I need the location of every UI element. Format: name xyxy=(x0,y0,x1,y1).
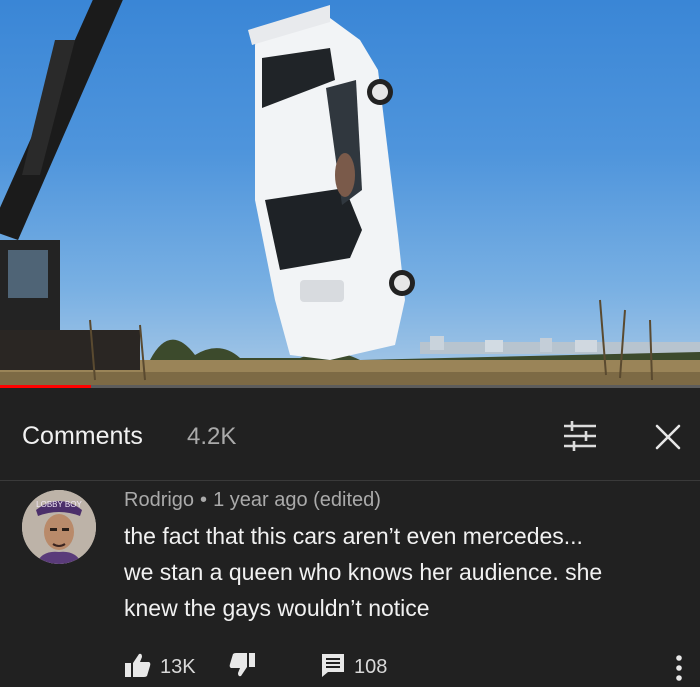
comments-count: 4.2K xyxy=(187,423,237,450)
thumbs-up-icon xyxy=(124,652,152,683)
comment-body: the fact that this cars aren’t even merc… xyxy=(124,518,684,626)
comments-header: Comments 4.2K xyxy=(0,392,700,481)
reply-icon xyxy=(320,652,346,683)
comment-line: the fact that this cars aren’t even merc… xyxy=(124,523,583,549)
comment-line: knew the gays wouldn’t notice xyxy=(124,595,430,621)
like-count: 13K xyxy=(160,656,196,678)
reply-button[interactable]: 108 xyxy=(320,652,387,683)
comment-actions: 13K 108 xyxy=(0,652,700,682)
more-vertical-icon[interactable] xyxy=(674,654,684,687)
comment-meta: Rodrigo • 1 year ago (edited) xyxy=(124,489,381,512)
comment-line: we stan a queen who knows her audience. … xyxy=(124,559,603,585)
reply-count: 108 xyxy=(354,656,388,678)
comment-timestamp: 1 year ago (edited) xyxy=(213,489,381,511)
video-progress-bar[interactable] xyxy=(0,385,700,388)
comment-author[interactable]: Rodrigo xyxy=(124,489,194,511)
video-progress-fill xyxy=(0,385,91,388)
like-button[interactable]: 13K xyxy=(124,652,196,683)
car-illustration xyxy=(248,5,415,360)
meta-separator: • xyxy=(200,489,208,511)
sort-sliders-icon[interactable] xyxy=(562,420,598,457)
dislike-button[interactable] xyxy=(228,652,256,683)
video-player[interactable] xyxy=(0,0,700,385)
video-frame xyxy=(0,0,700,385)
close-icon[interactable] xyxy=(653,422,683,457)
avatar[interactable]: LOBBY BOY xyxy=(22,490,96,564)
comment-item: LOBBY BOY Rodrigo • 1 year ago (edited) th… xyxy=(0,482,700,685)
comments-title: Comments xyxy=(22,422,143,450)
avatar-hat-logo-text: LOBBY BOY xyxy=(36,500,82,509)
thumbs-down-icon xyxy=(228,652,256,683)
